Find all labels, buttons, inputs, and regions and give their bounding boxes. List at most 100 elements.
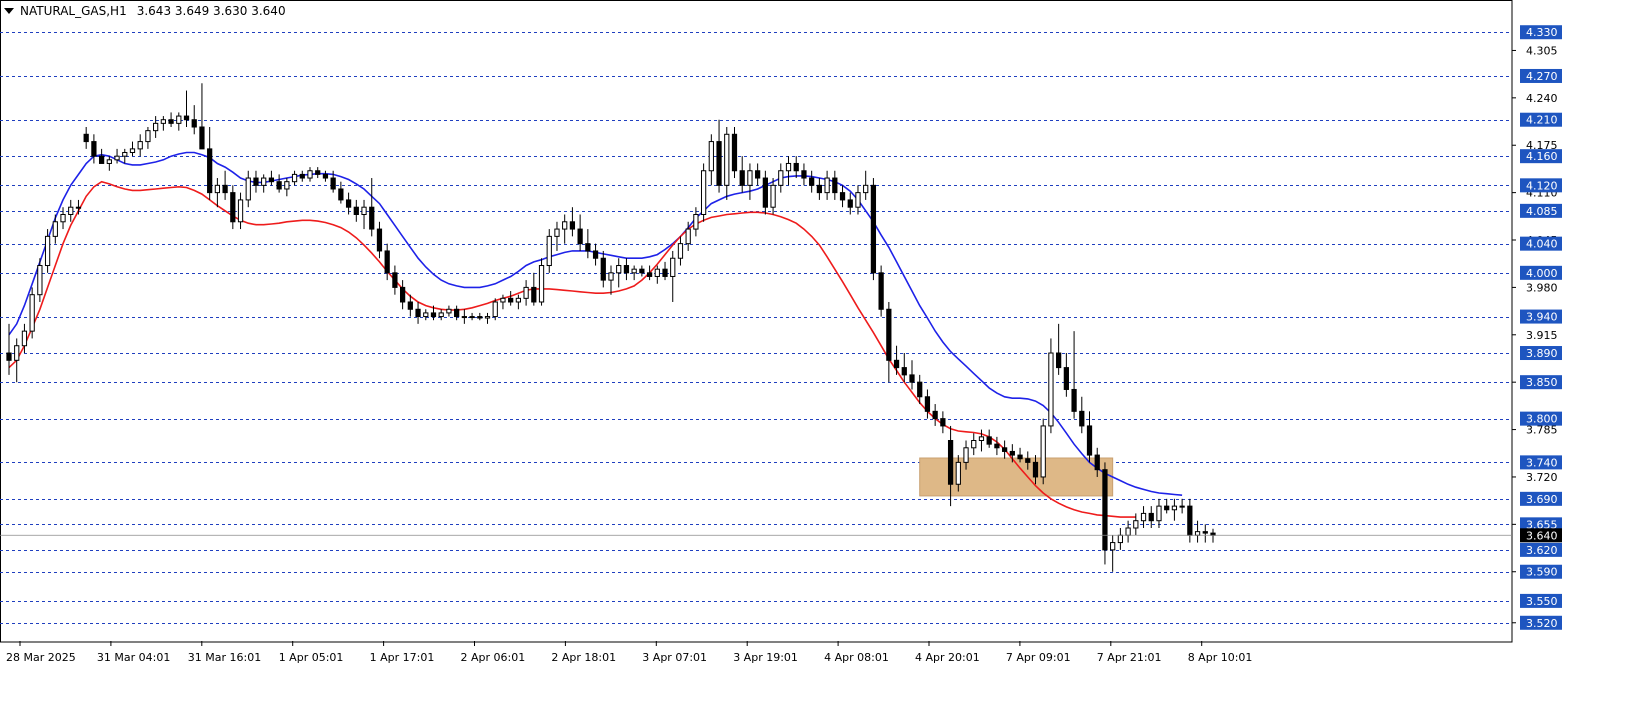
candle-body: [994, 443, 1000, 449]
candle-body: [515, 297, 522, 303]
candle-body: [646, 272, 653, 277]
plot-border: [0, 0, 1513, 643]
candle-body: [770, 184, 776, 208]
candle-body: [1063, 367, 1069, 390]
candle-body: [399, 286, 406, 303]
candle-body: [832, 177, 838, 194]
candle-body: [778, 170, 784, 186]
candle-body: [353, 206, 359, 215]
candle-body: [685, 228, 691, 245]
candle-body: [1202, 531, 1208, 534]
x-tick-label: 1 Apr 05:01: [279, 651, 344, 664]
candle-body: [878, 272, 884, 310]
candle-body: [700, 170, 707, 215]
candle-body: [546, 235, 552, 267]
candle-body: [1094, 454, 1100, 471]
candle-body: [1086, 425, 1093, 456]
candle-body: [1032, 461, 1039, 478]
candle-body: [847, 199, 853, 208]
candle-body: [1117, 534, 1124, 544]
candle-body: [207, 148, 213, 194]
candle-body: [268, 177, 275, 183]
x-tick-label: 7 Apr 09:01: [1006, 651, 1071, 664]
candle-body: [623, 265, 630, 274]
candle-body: [577, 228, 583, 245]
candle-body: [21, 330, 28, 347]
candle-body: [492, 301, 498, 318]
candle-body: [1017, 454, 1023, 460]
candle-body: [291, 173, 298, 183]
candle-body: [392, 272, 398, 288]
candle-body: [14, 345, 20, 361]
candle-body: [886, 308, 892, 361]
x-tick-label: 31 Mar 16:01: [188, 651, 261, 664]
candle-body: [145, 130, 151, 143]
candle-body: [971, 440, 977, 449]
candle-body: [129, 148, 136, 154]
candle-body: [569, 221, 576, 230]
candle-body: [670, 257, 676, 277]
level-label: 3.800: [1526, 413, 1558, 426]
level-label: 3.520: [1526, 617, 1558, 630]
candle-body: [677, 243, 684, 259]
x-tick-label: 4 Apr 08:01: [824, 651, 889, 664]
candle-body: [307, 170, 313, 179]
candle-body: [461, 316, 467, 319]
candle-body: [932, 410, 938, 420]
candle-body: [1187, 505, 1193, 536]
x-tick-label: 8 Apr 10:01: [1188, 651, 1253, 664]
candle-body: [508, 297, 514, 303]
candle-body: [438, 312, 444, 318]
candle-body: [616, 265, 622, 274]
candle-body: [183, 115, 190, 121]
candle-body: [137, 141, 143, 150]
level-label: 4.040: [1526, 238, 1558, 251]
level-label: 4.000: [1526, 267, 1558, 280]
candle-body: [924, 396, 931, 412]
candle-body: [83, 133, 89, 143]
candle-body: [330, 177, 336, 190]
candle-body: [986, 436, 992, 445]
candle-body: [693, 213, 699, 230]
candle-body: [1179, 505, 1185, 508]
level-label: 3.550: [1526, 595, 1558, 608]
candle-body: [446, 308, 452, 314]
candle-body: [1079, 410, 1085, 427]
candle-body: [523, 286, 529, 299]
x-tick-label: 1 Apr 17:01: [370, 651, 435, 664]
chart-area[interactable]: NATURAL_GAS,H1 3.643 3.649 3.630 3.640 4…: [0, 0, 1651, 707]
candle-body: [6, 352, 12, 361]
candle-body: [762, 177, 768, 208]
y-tick-label: 4.305: [1526, 44, 1558, 57]
candle-body: [1056, 352, 1062, 369]
candle-body: [1102, 469, 1108, 551]
candle-body: [909, 374, 915, 383]
candle-body: [662, 268, 668, 277]
candle-body: [600, 257, 606, 281]
level-label: 4.120: [1526, 179, 1558, 192]
candle-body: [345, 199, 352, 208]
candle-body: [978, 436, 985, 442]
y-tick-label: 3.980: [1526, 281, 1558, 294]
candle-body: [739, 170, 745, 186]
price-chart[interactable]: 4.3054.2404.1754.1104.0453.9803.9153.850…: [0, 0, 1651, 707]
candle-body: [1133, 520, 1139, 529]
candle-body: [245, 177, 251, 201]
candle-body: [716, 141, 722, 186]
candle-body: [731, 133, 738, 172]
candle-body: [75, 206, 82, 209]
y-tick-label: 3.915: [1526, 329, 1558, 342]
candle-body: [423, 312, 429, 318]
candle-body: [708, 141, 714, 172]
candle-body: [608, 272, 614, 281]
current-price-label: 3.640: [1526, 529, 1558, 542]
candle-body: [947, 440, 954, 485]
y-tick-label: 3.720: [1526, 471, 1558, 484]
candle-body: [1148, 512, 1154, 522]
candle-body: [1164, 505, 1170, 511]
candle-body: [199, 126, 205, 150]
candle-body: [1009, 450, 1015, 456]
level-label: 3.850: [1526, 376, 1558, 389]
dropdown-triangle-icon[interactable]: [4, 8, 14, 14]
candle-body: [384, 250, 390, 274]
